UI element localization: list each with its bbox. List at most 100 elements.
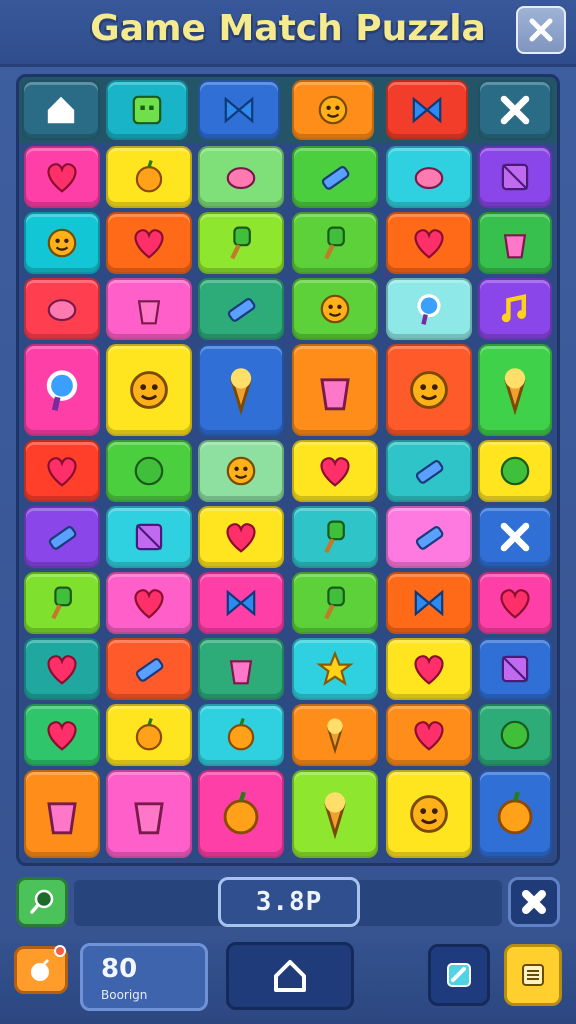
grid-tile[interactable] bbox=[478, 638, 552, 700]
grid-tile[interactable] bbox=[478, 770, 552, 858]
apple-icon bbox=[497, 791, 533, 835]
grid-tile[interactable] bbox=[292, 344, 378, 436]
grid-tile[interactable] bbox=[386, 440, 472, 502]
pink-monster-icon bbox=[410, 371, 448, 409]
menu-button[interactable] bbox=[504, 944, 562, 1006]
grid-tile[interactable] bbox=[106, 704, 192, 766]
edit-button[interactable] bbox=[428, 944, 490, 1006]
grid-tile[interactable] bbox=[386, 146, 472, 208]
grid-tile[interactable] bbox=[478, 506, 552, 568]
grid-tile[interactable] bbox=[106, 506, 192, 568]
grid-tile[interactable] bbox=[198, 506, 284, 568]
grid-tile[interactable] bbox=[24, 704, 100, 766]
red-bow-icon bbox=[224, 96, 254, 124]
grid-tile[interactable] bbox=[106, 344, 192, 436]
grid-tile[interactable] bbox=[478, 212, 552, 274]
grid-tile[interactable] bbox=[386, 572, 472, 634]
page-title: Game Match Puzzla bbox=[90, 8, 486, 49]
grid-tile[interactable] bbox=[24, 212, 100, 274]
apple-icon bbox=[135, 717, 163, 751]
home-button[interactable] bbox=[226, 942, 354, 1010]
tomato-face-icon bbox=[223, 791, 259, 835]
grid-tile[interactable] bbox=[24, 572, 100, 634]
candy-jar-icon bbox=[134, 802, 164, 835]
hammer-icon bbox=[230, 226, 251, 260]
grid-tile[interactable] bbox=[24, 146, 100, 208]
grid-tile[interactable] bbox=[24, 440, 100, 502]
heart-icon bbox=[134, 229, 164, 259]
grid-tile[interactable] bbox=[24, 278, 100, 340]
grid-tile[interactable] bbox=[386, 344, 472, 436]
grid-tile[interactable] bbox=[478, 146, 552, 208]
grid-tile[interactable] bbox=[106, 278, 192, 340]
toolbar-tile-orange-cookie[interactable] bbox=[292, 80, 374, 140]
shuffle-button[interactable] bbox=[508, 877, 560, 927]
cube-icon bbox=[501, 163, 529, 191]
grid-tile[interactable] bbox=[198, 572, 284, 634]
grid-tile[interactable] bbox=[386, 506, 472, 568]
grid-tile[interactable] bbox=[106, 146, 192, 208]
grid-tile[interactable] bbox=[198, 440, 284, 502]
grid-tile[interactable] bbox=[198, 278, 284, 340]
grid-tile[interactable] bbox=[478, 704, 552, 766]
grid-tile[interactable] bbox=[478, 278, 552, 340]
grid-tile[interactable] bbox=[292, 770, 378, 858]
toolbar-tile-red-bow[interactable] bbox=[198, 80, 280, 140]
heart-icon bbox=[414, 229, 444, 259]
grid-tile[interactable] bbox=[198, 770, 284, 858]
gift-bag-icon bbox=[47, 802, 77, 835]
grid-tile[interactable] bbox=[386, 704, 472, 766]
grid-tile[interactable] bbox=[292, 278, 378, 340]
grid-tile[interactable] bbox=[198, 704, 284, 766]
grid-tile[interactable] bbox=[24, 770, 100, 858]
grid-tile[interactable] bbox=[386, 278, 472, 340]
grid-tile[interactable] bbox=[386, 770, 472, 858]
pen-icon bbox=[135, 658, 164, 682]
score-display: 3.8P bbox=[218, 877, 360, 927]
pipe-icon bbox=[415, 460, 444, 484]
grid-tile[interactable] bbox=[198, 212, 284, 274]
green-robot-block-icon bbox=[132, 95, 162, 125]
grid-tile[interactable] bbox=[292, 212, 378, 274]
header-bar: Game Match Puzzla bbox=[0, 0, 576, 67]
grid-tile[interactable] bbox=[478, 440, 552, 502]
grid-tile[interactable] bbox=[478, 344, 552, 436]
leaf-pen-icon bbox=[504, 368, 526, 416]
grid-tile[interactable] bbox=[292, 506, 378, 568]
hint-button[interactable] bbox=[16, 877, 68, 927]
heart-icon bbox=[47, 721, 77, 751]
grid-tile[interactable] bbox=[292, 638, 378, 700]
toolbar-tile-green-robot-block[interactable] bbox=[106, 80, 188, 140]
grid-tile[interactable] bbox=[198, 146, 284, 208]
grid-tile[interactable] bbox=[106, 440, 192, 502]
toolbar-tile-home[interactable] bbox=[22, 80, 100, 140]
grid-tile[interactable] bbox=[386, 638, 472, 700]
grid-tile[interactable] bbox=[292, 572, 378, 634]
check-board-icon bbox=[501, 655, 529, 683]
grid-tile[interactable] bbox=[478, 572, 552, 634]
toolbar-tile-close-x[interactable] bbox=[478, 80, 552, 140]
grid-tile[interactable] bbox=[106, 638, 192, 700]
grid-tile[interactable] bbox=[106, 770, 192, 858]
grid-tile[interactable] bbox=[106, 212, 192, 274]
close-icon bbox=[529, 18, 553, 42]
grid-tile[interactable] bbox=[24, 344, 100, 436]
grid-tile[interactable] bbox=[24, 638, 100, 700]
grid-tile[interactable] bbox=[386, 212, 472, 274]
grid-tile[interactable] bbox=[24, 506, 100, 568]
bow-icon bbox=[226, 589, 256, 617]
close-button[interactable] bbox=[516, 6, 566, 54]
grid-tile[interactable] bbox=[198, 638, 284, 700]
cup-icon bbox=[137, 300, 161, 325]
toolbar-tile-wrench[interactable] bbox=[386, 80, 468, 140]
heart-icon bbox=[47, 655, 77, 685]
cupcake-icon bbox=[320, 378, 350, 411]
grid-tile[interactable] bbox=[292, 704, 378, 766]
grid-tile[interactable] bbox=[106, 572, 192, 634]
grid-tile[interactable] bbox=[198, 344, 284, 436]
battery-icon bbox=[227, 298, 256, 322]
grid-tile[interactable] bbox=[292, 440, 378, 502]
music-note-icon bbox=[501, 294, 526, 323]
grid-tile[interactable] bbox=[292, 146, 378, 208]
apple-icon bbox=[135, 159, 163, 193]
